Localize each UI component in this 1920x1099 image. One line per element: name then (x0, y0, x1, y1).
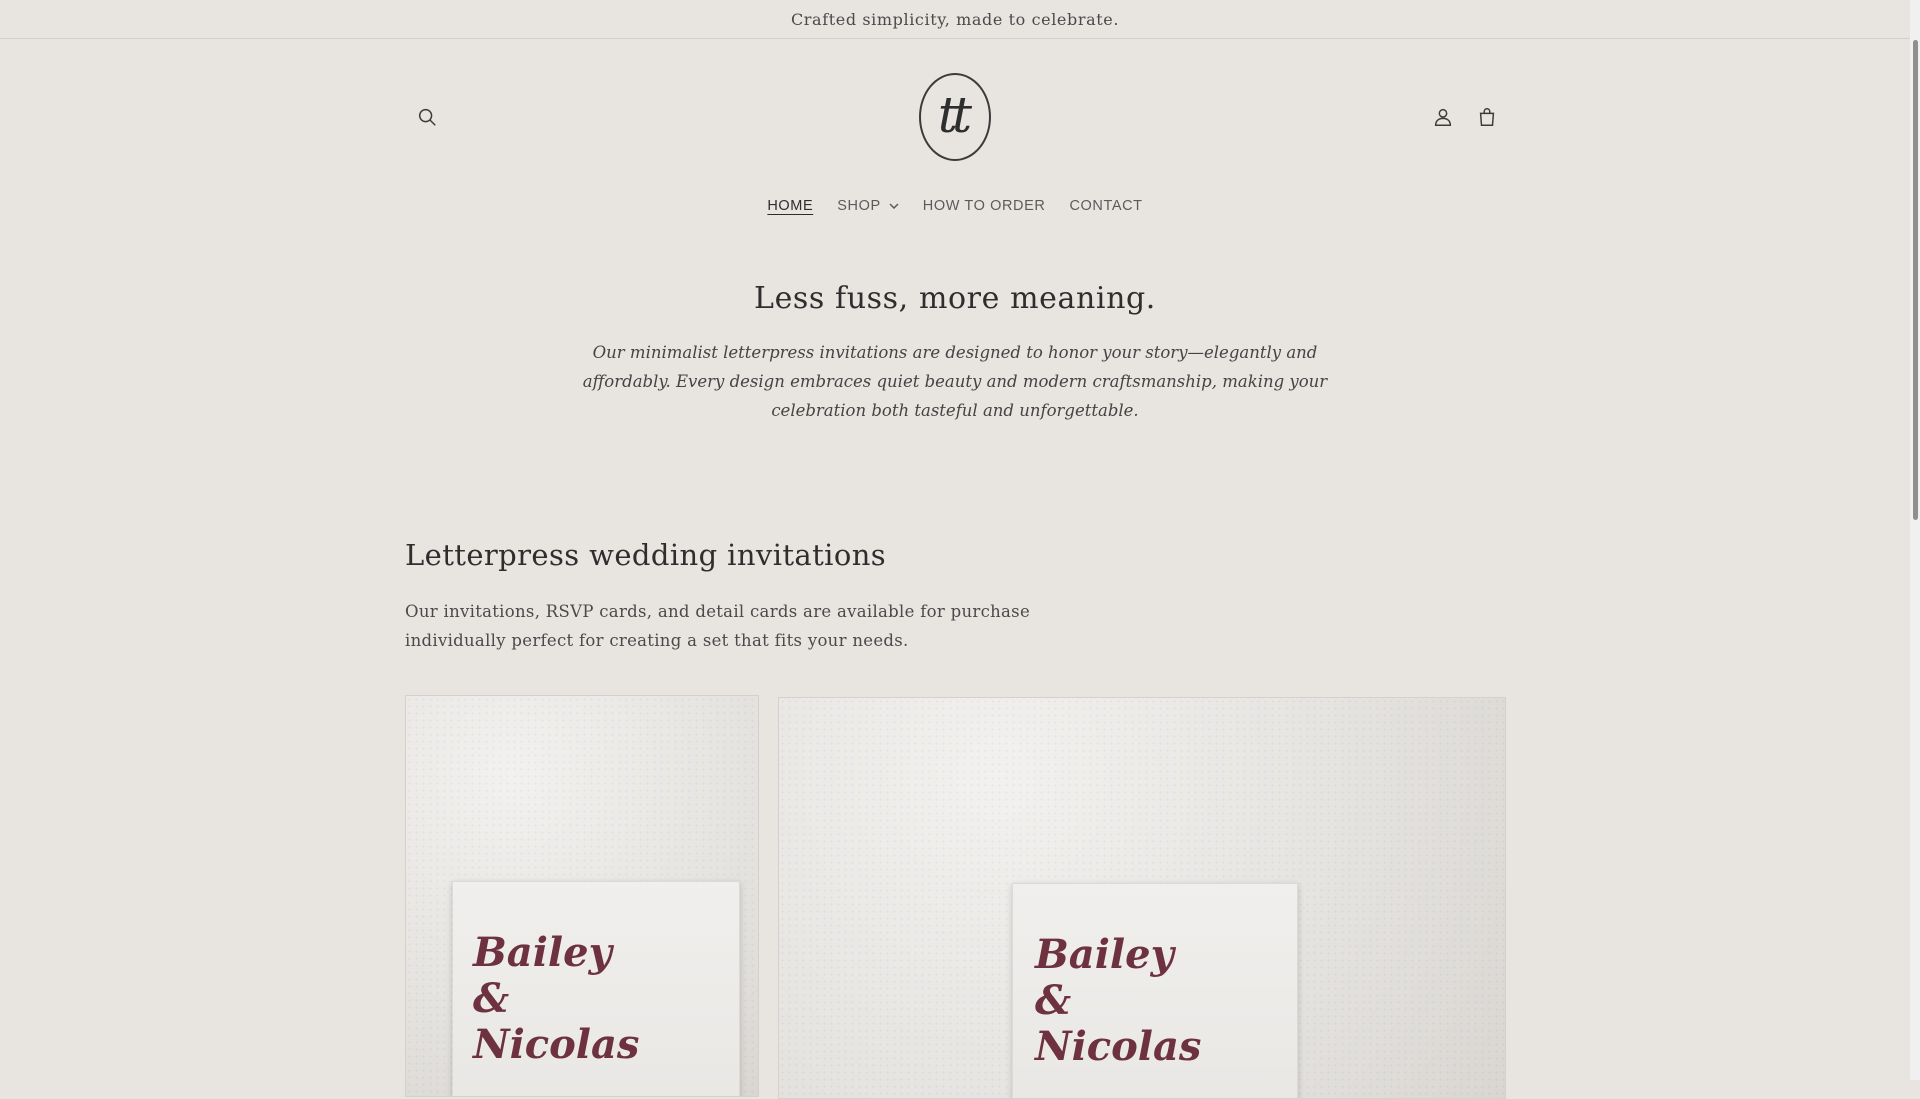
logo-text: tt (937, 86, 972, 144)
announcement-text: Crafted simplicity, made to celebrate. (790, 9, 1120, 29)
search-button[interactable] (405, 95, 449, 139)
nav-shop[interactable]: SHOP (825, 192, 911, 220)
nav-how-to-order[interactable]: HOW TO ORDER (911, 192, 1058, 220)
invitation-card-image: Bailey & Nicolas (1012, 883, 1298, 1098)
hero-title: Less fuss, more meaning. (754, 281, 1156, 316)
nav-how-to-order-label: HOW TO ORDER (922, 198, 1046, 214)
scrollbar-thumb[interactable] (1913, 40, 1918, 520)
product-card-image[interactable]: Bailey & Nicolas (405, 695, 759, 1097)
hero-text: Our minimalist letterpress invitations a… (582, 343, 1328, 420)
main-nav: HOME SHOP HOW TO ORDER CONTACT (0, 192, 1910, 220)
nav-home-label: HOME (767, 198, 814, 214)
invitation-text: Bailey & Nicolas (1035, 931, 1202, 1070)
page: Crafted simplicity, made to celebrate. t… (0, 0, 1910, 1099)
chevron-down-icon (889, 203, 899, 209)
cart-icon (1479, 108, 1495, 126)
account-button[interactable] (1421, 95, 1465, 139)
nav-home[interactable]: HOME (755, 192, 825, 220)
nav-shop-label: SHOP (837, 198, 881, 214)
nav-contact[interactable]: CONTACT (1057, 192, 1154, 220)
announcement-bar: Crafted simplicity, made to celebrate. (0, 0, 1910, 39)
product-card-image[interactable]: Bailey & Nicolas (778, 697, 1506, 1099)
section-title: Letterpress wedding invitations (405, 538, 887, 572)
account-icon (1434, 108, 1452, 126)
search-icon (418, 108, 436, 126)
invitation-text: Bailey & Nicolas (473, 929, 640, 1068)
nav-contact-label: CONTACT (1069, 198, 1143, 214)
cart-button[interactable] (1465, 95, 1509, 139)
section-text: Our invitations, RSVP cards, and detail … (405, 602, 1031, 650)
invitation-card-image: Bailey & Nicolas (452, 881, 740, 1096)
logo[interactable]: tt (919, 73, 991, 161)
